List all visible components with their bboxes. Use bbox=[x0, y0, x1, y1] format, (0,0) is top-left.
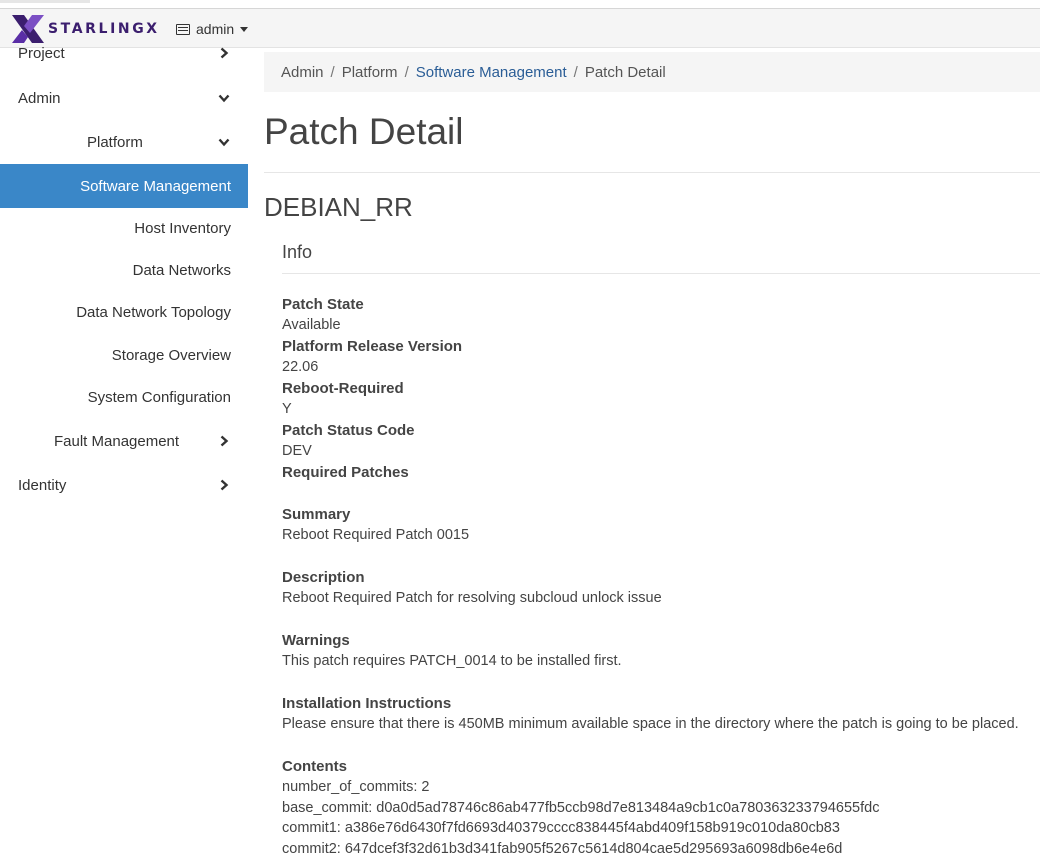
contents-line: base_commit: d0a0d5ad78746c86ab477fb5ccb… bbox=[282, 799, 880, 816]
sidebar-item-host-inventory[interactable]: Host Inventory bbox=[0, 207, 248, 249]
reboot-required-label: Reboot-Required bbox=[282, 380, 404, 397]
sidebar-item-label: Storage Overview bbox=[111, 346, 231, 364]
description-label: Description bbox=[282, 569, 365, 586]
sidebar-item-label: Fault Management bbox=[54, 432, 180, 450]
breadcrumb-item-platform[interactable]: Platform bbox=[342, 64, 398, 81]
chevron-right-icon bbox=[218, 435, 230, 447]
sidebar-item-label: Identity bbox=[18, 476, 67, 494]
sidebar: Project Admin Platform Software Manageme… bbox=[0, 45, 248, 863]
sidebar-item-software-management[interactable]: Software Management bbox=[0, 164, 248, 208]
contents-line: commit2: 647dcef3f32d61b3d341fab905f5267… bbox=[282, 840, 843, 857]
sidebar-item-data-network-topology[interactable]: Data Network Topology bbox=[0, 291, 248, 333]
breadcrumb-separator: / bbox=[330, 63, 335, 81]
sidebar-item-platform[interactable]: Platform bbox=[0, 121, 248, 163]
window-edge bbox=[0, 0, 90, 3]
breadcrumb-separator: / bbox=[573, 63, 578, 81]
sidebar-item-label: Software Management bbox=[80, 177, 231, 195]
summary-label: Summary bbox=[282, 506, 351, 523]
sidebar-item-label: Host Inventory bbox=[134, 219, 231, 237]
contents-line: commit1: a386e76d6430f7fd6693d40379cccc8… bbox=[282, 820, 840, 836]
chevron-down-icon bbox=[218, 92, 230, 104]
sidebar-item-identity[interactable]: Identity bbox=[0, 464, 248, 506]
title-divider bbox=[264, 172, 1040, 173]
sidebar-item-system-configuration[interactable]: System Configuration bbox=[0, 376, 248, 418]
sidebar-item-label: Admin bbox=[18, 89, 61, 107]
description-value: Reboot Required Patch for resolving subc… bbox=[282, 590, 662, 606]
breadcrumb-link-software-management[interactable]: Software Management bbox=[416, 64, 567, 81]
breadcrumb-item-current: Patch Detail bbox=[584, 63, 666, 81]
platform-release-value: 22.06 bbox=[282, 359, 319, 375]
breadcrumb: Admin / Platform / Software Management /… bbox=[264, 52, 1040, 92]
sidebar-item-label: Project bbox=[18, 44, 65, 62]
sidebar-item-label: Platform bbox=[87, 133, 143, 151]
chevron-right-icon bbox=[218, 479, 230, 491]
sidebar-item-project[interactable]: Project bbox=[0, 32, 248, 74]
sidebar-item-label: Data Networks bbox=[132, 261, 231, 279]
install-instructions-value: Please ensure that there is 450MB minimu… bbox=[282, 716, 1019, 732]
sidebar-item-data-networks[interactable]: Data Networks bbox=[0, 249, 248, 291]
required-patches-label: Required Patches bbox=[282, 464, 409, 481]
patch-name: DEBIAN_RR bbox=[264, 192, 413, 222]
reboot-required-value: Y bbox=[282, 401, 292, 417]
patch-state-value: Available bbox=[282, 317, 341, 333]
warnings-value: This patch requires PATCH_0014 to be ins… bbox=[282, 653, 622, 669]
contents-label: Contents bbox=[282, 758, 347, 775]
patch-state-label: Patch State bbox=[282, 296, 364, 313]
status-code-value: DEV bbox=[282, 443, 312, 459]
sidebar-item-label: Data Network Topology bbox=[76, 303, 231, 321]
sidebar-item-fault-management[interactable]: Fault Management bbox=[0, 420, 248, 462]
page-title: Patch Detail bbox=[264, 111, 464, 152]
info-divider bbox=[282, 273, 1040, 274]
sidebar-item-storage-overview[interactable]: Storage Overview bbox=[0, 334, 248, 376]
install-instructions-label: Installation Instructions bbox=[282, 695, 452, 712]
info-section-heading: Info bbox=[282, 242, 313, 262]
patch-details: Patch State Available Platform Release V… bbox=[282, 294, 1040, 859]
status-code-label: Patch Status Code bbox=[282, 422, 415, 439]
chevron-right-icon bbox=[218, 47, 230, 59]
summary-value: Reboot Required Patch 0015 bbox=[282, 527, 470, 543]
contents-line: number_of_commits: 2 bbox=[282, 779, 430, 795]
breadcrumb-separator: / bbox=[404, 63, 409, 81]
required-patches-value bbox=[282, 483, 1040, 504]
sidebar-item-label: System Configuration bbox=[87, 388, 231, 406]
warnings-label: Warnings bbox=[282, 632, 350, 649]
chevron-down-icon bbox=[218, 136, 230, 148]
sidebar-item-admin[interactable]: Admin bbox=[0, 77, 248, 119]
breadcrumb-item-admin[interactable]: Admin bbox=[281, 64, 324, 81]
platform-release-label: Platform Release Version bbox=[282, 338, 463, 355]
caret-down-icon bbox=[240, 26, 249, 32]
